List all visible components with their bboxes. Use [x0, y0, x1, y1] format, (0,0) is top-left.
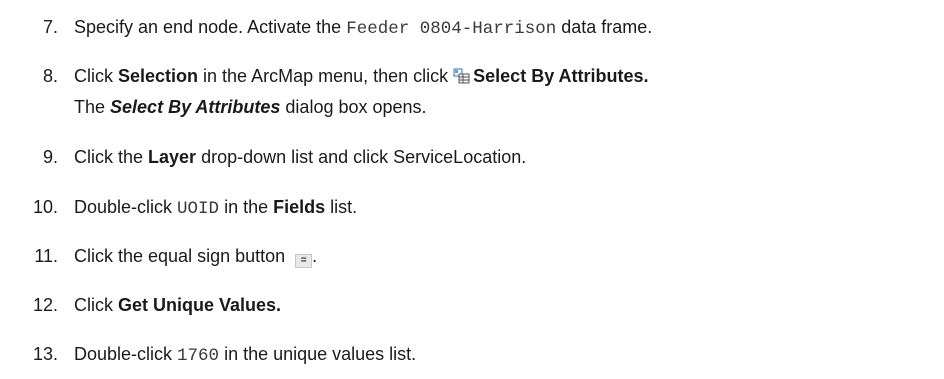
text: in the ArcMap menu, then click — [198, 66, 454, 86]
text: Click the — [74, 147, 149, 167]
equal-button-icon: = — [295, 254, 313, 268]
text: drop-down list and click ServiceLocation… — [196, 147, 527, 167]
code-value: 1760 — [177, 346, 220, 366]
select-by-attributes-icon — [453, 65, 470, 84]
text: in the unique values list. — [219, 344, 417, 364]
step-text: The Select By Attributes dialog box open… — [74, 94, 940, 120]
step-text: Double-click UOID in the Fields list. — [74, 194, 940, 222]
text: Double-click — [74, 197, 178, 217]
step-text: Click the Layer drop-down list and click… — [74, 144, 940, 170]
code-data-frame: Feeder 0804-Harrison — [346, 19, 557, 39]
text: Click — [74, 295, 118, 315]
ui-term-get-unique-values: Get Unique Values. — [118, 295, 282, 315]
ui-term-selection: Selection — [118, 66, 199, 86]
text: Click the equal sign button — [74, 246, 291, 266]
step-text: Specify an end node. Activate the Feeder… — [74, 14, 940, 42]
text: The — [74, 97, 111, 117]
ui-term-select-by-attributes: Select By Attributes. — [473, 66, 649, 86]
text: . — [312, 246, 318, 266]
step-text: Click the equal sign button =. — [74, 243, 940, 269]
text: data frame. — [556, 17, 653, 37]
ui-term-fields: Fields — [273, 197, 326, 217]
step-number: 12. — [32, 295, 58, 315]
text: dialog box opens. — [280, 97, 427, 117]
text: Specify an end node. Activate the — [74, 17, 347, 37]
text: Click — [74, 66, 118, 86]
step-number: 11. — [34, 246, 58, 266]
step-number: 13. — [32, 344, 58, 364]
text: Double-click — [74, 344, 178, 364]
step-number: 9. — [42, 147, 58, 167]
instruction-steps: 7. Specify an end node. Activate the Fee… — [0, 0, 944, 379]
dialog-name: Select By Attributes — [110, 97, 281, 117]
code-field-name: UOID — [177, 199, 220, 219]
step-number: 8. — [42, 66, 58, 86]
step-text: Double-click 1760 in the unique values l… — [74, 341, 940, 369]
text: list. — [325, 197, 358, 217]
ui-term-layer: Layer — [148, 147, 197, 167]
step-text: Click Selection in the ArcMap menu, then… — [74, 63, 940, 89]
step-number: 7. — [42, 17, 58, 37]
step-text: Click Get Unique Values. — [74, 292, 940, 318]
step-number: 10. — [32, 197, 58, 217]
text: in the — [219, 197, 274, 217]
